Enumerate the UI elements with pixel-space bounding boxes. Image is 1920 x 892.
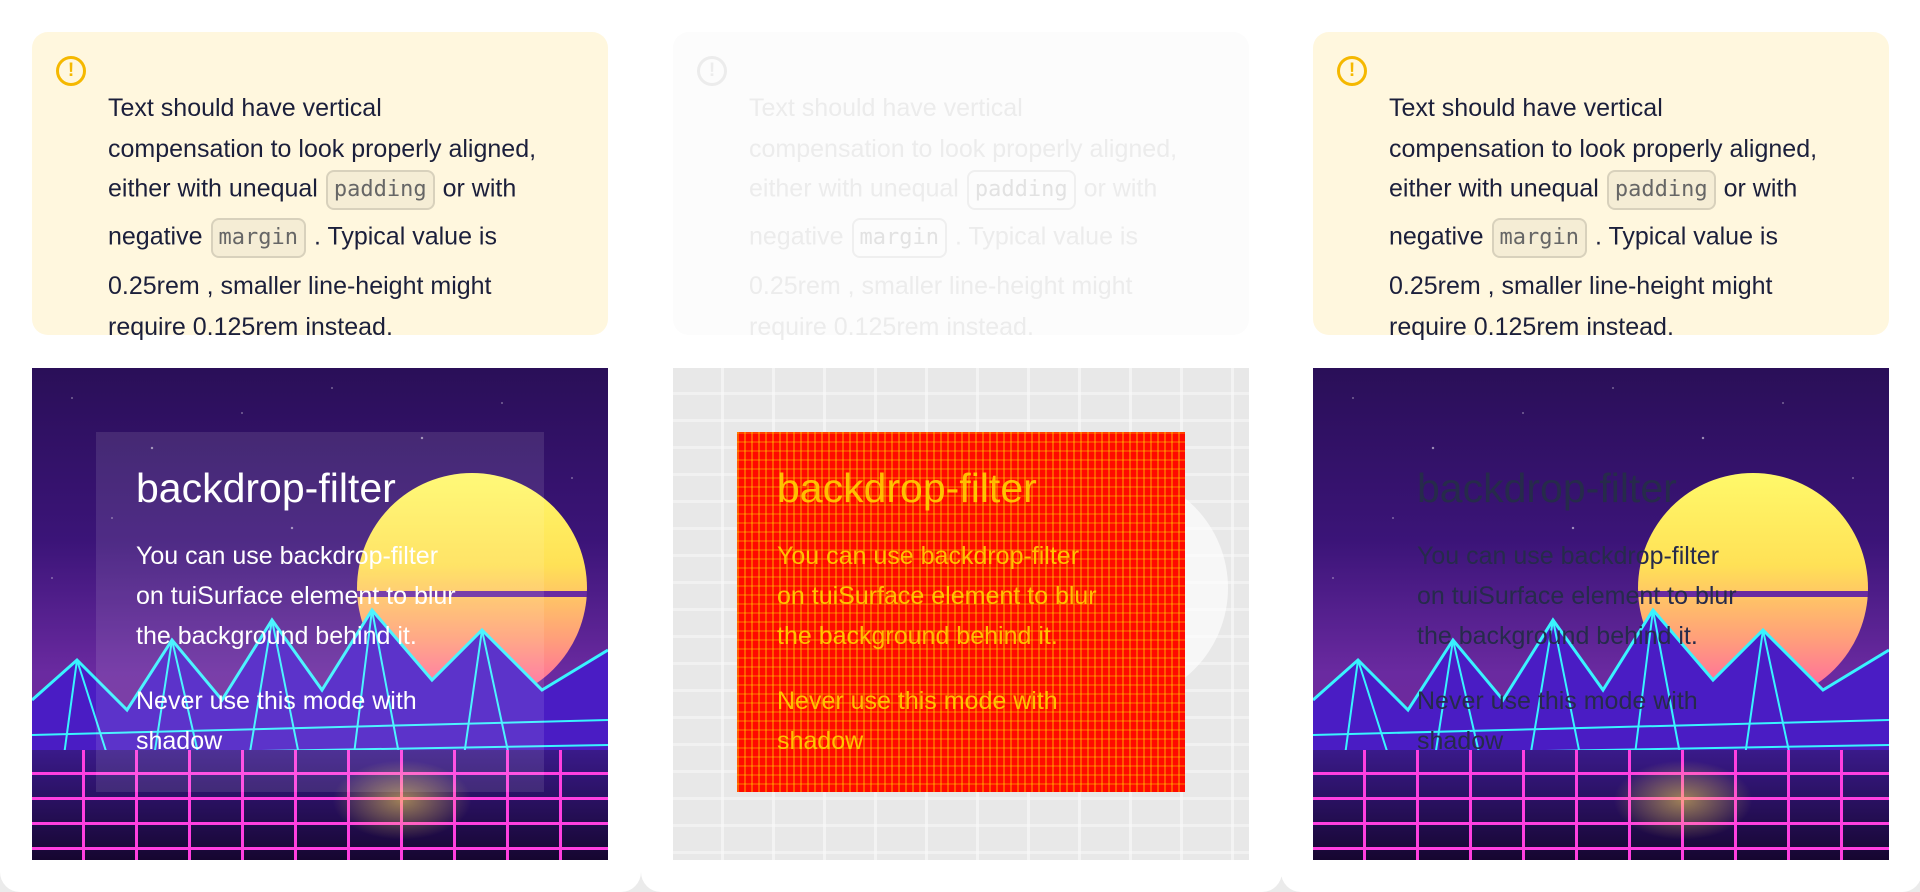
body-line: on tuiSurface element to blur (777, 582, 1097, 610)
notice-card: ! Text should have vertical compensation… (673, 32, 1249, 340)
notice-line: 0.25rem , smaller line-height might (749, 272, 1133, 300)
notice-line: require 0.125rem instead. (1389, 313, 1674, 341)
notice-card: ! Text should have vertical compensation… (32, 32, 608, 340)
body-line: Never use this mode with (136, 687, 417, 715)
surface-content: backdrop-filter You can use backdrop-fil… (737, 432, 1185, 792)
notice-line: negative margin. Typical value is (749, 218, 1138, 258)
surface-title: backdrop-filter (777, 465, 1037, 511)
notice-line: negative margin. Typical value is (1389, 218, 1778, 258)
notice-line: either with unequal padding or with (108, 170, 516, 210)
notice-line: 0.25rem , smaller line-height might (1389, 272, 1773, 300)
code-chip: margin (1491, 218, 1588, 258)
code-chip: margin (851, 218, 948, 258)
notice-line: Text should have vertical (1389, 94, 1663, 122)
surface-title: backdrop-filter (1417, 465, 1677, 511)
panel-middle-diff: ! Text should have vertical compensation… (641, 0, 1282, 892)
body-line: You can use backdrop-filter (777, 542, 1080, 570)
notice-line: negative margin. Typical value is (108, 218, 497, 258)
body-line: shadow (777, 727, 864, 755)
body-line: You can use backdrop-filter (1417, 542, 1720, 570)
notice-line: require 0.125rem instead. (108, 313, 393, 341)
body-line: You can use backdrop-filter (136, 542, 439, 570)
comparison-row: ! Text should have vertical compensation… (0, 0, 1920, 892)
body-line: the background behind it. (1417, 622, 1698, 650)
blur-surface: backdrop-filter You can use backdrop-fil… (96, 432, 544, 792)
notice-line: 0.25rem , smaller line-height might (108, 272, 492, 300)
exclamation-circle-icon: ! (1337, 56, 1367, 86)
notice-line: require 0.125rem instead. (749, 313, 1034, 341)
code-chip: padding (325, 170, 435, 210)
notice-line: compensation to look properly aligned, (1389, 135, 1818, 163)
body-line: on tuiSurface element to blur (136, 582, 456, 610)
code-chip: padding (1606, 170, 1716, 210)
notice-card: ! Text should have vertical compensation… (1313, 32, 1889, 340)
body-line: shadow (136, 727, 223, 755)
body-line: the background behind it. (136, 622, 417, 650)
code-chip: margin (210, 218, 307, 258)
surface-title: backdrop-filter (136, 465, 396, 511)
body-line: the background behind it. (777, 622, 1058, 650)
notice-line: compensation to look properly aligned, (749, 135, 1178, 163)
demo-stage: backdrop-filter You can use backdrop-fil… (1313, 368, 1889, 860)
exclamation-circle-icon: ! (56, 56, 86, 86)
demo-stage-diff: backdrop-filter You can use backdrop-fil… (673, 368, 1249, 860)
code-chip: padding (966, 170, 1076, 210)
notice-line: compensation to look properly aligned, (108, 135, 537, 163)
exclamation-circle-icon: ! (697, 56, 727, 86)
body-line: Never use this mode with (777, 687, 1058, 715)
panel-right: ! Text should have vertical compensation… (1281, 0, 1920, 892)
panel-left: ! Text should have vertical compensation… (0, 0, 641, 892)
diff-highlight-surface: backdrop-filter You can use backdrop-fil… (737, 432, 1185, 792)
body-line: shadow (1417, 727, 1504, 755)
body-line: Never use this mode with (1417, 687, 1698, 715)
unblurred-surface: backdrop-filter You can use backdrop-fil… (1377, 432, 1825, 792)
notice-line: Text should have vertical (108, 94, 382, 122)
body-line: on tuiSurface element to blur (1417, 582, 1737, 610)
notice-line: either with unequal padding or with (749, 170, 1157, 210)
notice-line: either with unequal padding or with (1389, 170, 1797, 210)
demo-stage: backdrop-filter You can use backdrop-fil… (32, 368, 608, 860)
notice-line: Text should have vertical (749, 94, 1023, 122)
